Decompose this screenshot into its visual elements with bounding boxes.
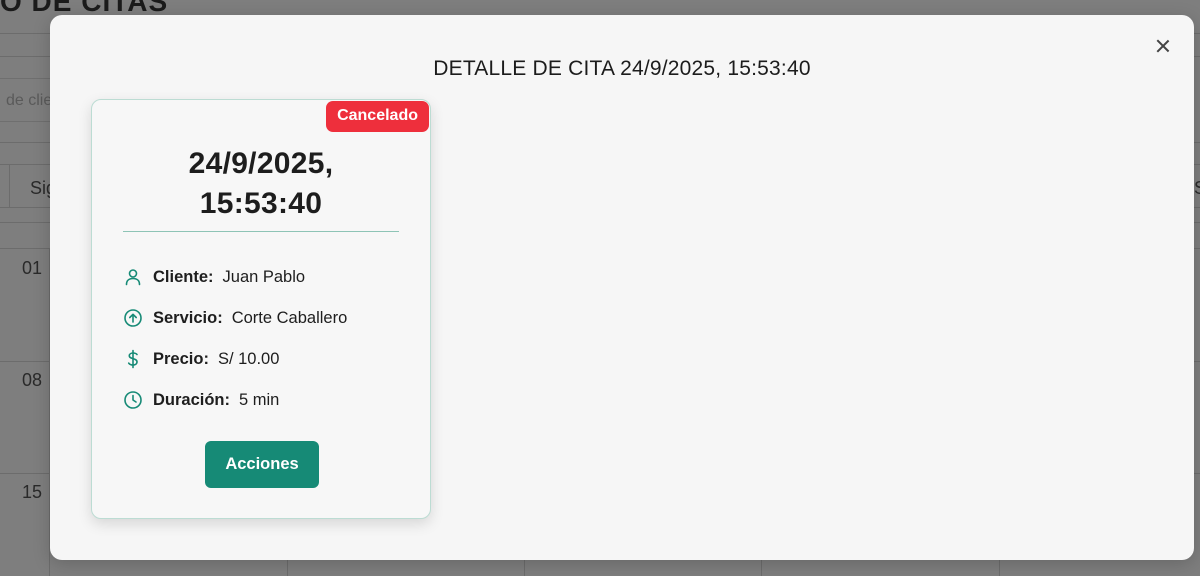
duration-label: Duración: bbox=[153, 390, 231, 409]
user-icon bbox=[123, 267, 143, 287]
close-icon[interactable] bbox=[1154, 37, 1172, 55]
divider bbox=[999, 560, 1000, 576]
appointment-time: 15:53:40 bbox=[199, 187, 323, 220]
service-label: Servicio: bbox=[153, 308, 223, 327]
price-value: S/ 10.00 bbox=[217, 349, 280, 368]
service-row: Servicio: Corte Caballero bbox=[123, 306, 347, 330]
clock-icon bbox=[123, 390, 143, 410]
client-row: Cliente: Juan Pablo bbox=[123, 265, 305, 289]
duration-row: Duración: 5 min bbox=[123, 388, 279, 412]
divider bbox=[9, 164, 10, 208]
price-label: Precio: bbox=[153, 349, 209, 368]
price-row: Precio: S/ 10.00 bbox=[123, 347, 279, 371]
divider bbox=[524, 560, 525, 576]
service-value: Corte Caballero bbox=[231, 308, 348, 327]
appointment-datetime: 24/9/2025, 15:53:40 bbox=[92, 144, 430, 224]
actions-button[interactable]: Acciones bbox=[205, 441, 319, 488]
divider bbox=[287, 560, 288, 576]
search-placeholder: de clie bbox=[6, 92, 53, 109]
calendar-day-number: 08 bbox=[22, 370, 43, 390]
client-label: Cliente: bbox=[153, 267, 214, 286]
card-divider bbox=[123, 231, 399, 232]
dollar-icon bbox=[123, 349, 143, 369]
appointment-card: Cancelado 24/9/2025, 15:53:40 Cliente: J… bbox=[91, 99, 431, 519]
arrow-up-circle-icon bbox=[123, 308, 143, 328]
modal-title: DETALLE DE CITA 24/9/2025, 15:53:40 bbox=[433, 57, 811, 80]
calendar-day-number: 01 bbox=[22, 258, 43, 278]
calendar-header-cell: S bbox=[1194, 178, 1200, 199]
appointment-detail-modal: DETALLE DE CITA 24/9/2025, 15:53:40 Canc… bbox=[50, 15, 1194, 560]
client-value: Juan Pablo bbox=[222, 267, 306, 286]
status-badge: Cancelado bbox=[326, 101, 429, 132]
duration-value: 5 min bbox=[239, 390, 280, 409]
divider bbox=[761, 560, 762, 576]
calendar-day-number: 15 bbox=[22, 482, 43, 502]
appointment-date: 24/9/2025, bbox=[188, 147, 334, 180]
